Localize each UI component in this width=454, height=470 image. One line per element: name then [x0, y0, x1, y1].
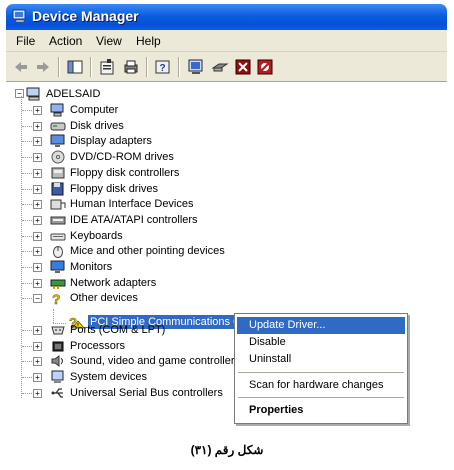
keyboards-label: Keyboards: [70, 230, 123, 242]
sound-video-game-controllers-label: Sound, video and game controllers: [70, 355, 240, 367]
computer-icon: [50, 103, 64, 117]
monitors-icon: [50, 260, 65, 273]
processors-expand-toggle[interactable]: +: [33, 342, 42, 351]
forward-arrow-icon[interactable]: [34, 58, 52, 76]
ctx-update-driver[interactable]: Update Driver...: [237, 317, 405, 334]
network-adapters-expand-toggle[interactable]: +: [33, 279, 42, 288]
menu-view[interactable]: View: [96, 34, 122, 48]
title-bar: Device Manager: [6, 4, 447, 30]
disk-drives-expand-toggle[interactable]: +: [33, 122, 42, 131]
menu-bar: File Action View Help: [6, 30, 447, 52]
ide-ata-atapi-controllers-label: IDE ATA/ATAPI controllers: [70, 214, 198, 226]
processors-label: Processors: [70, 340, 126, 352]
display-adapters-label: Display adapters: [70, 135, 152, 147]
network-adapters-label: Network adapters: [70, 277, 157, 289]
keyboards-expand-toggle[interactable]: +: [33, 232, 42, 241]
other-devices-label: Other devices: [70, 292, 138, 304]
network-adapters-icon: [50, 279, 66, 289]
display-adapters-expand-toggle[interactable]: +: [33, 137, 42, 146]
print-icon[interactable]: [122, 58, 140, 76]
menu-file[interactable]: File: [16, 34, 35, 48]
usb-controllers-icon: [51, 388, 63, 398]
display-adapters-icon: [50, 134, 65, 147]
ctx-scan-hardware[interactable]: Scan for hardware changes: [237, 377, 405, 394]
context-menu: Update Driver... Disable Uninstall Scan …: [234, 313, 408, 424]
disk-drives-label: Disk drives: [70, 120, 124, 132]
properties-icon[interactable]: [98, 58, 116, 76]
monitors-expand-toggle[interactable]: +: [33, 263, 42, 272]
computer-label: Computer: [70, 104, 119, 116]
system-devices-expand-toggle[interactable]: +: [33, 373, 42, 382]
ctx-disable[interactable]: Disable: [237, 334, 405, 351]
monitors-label: Monitors: [70, 261, 113, 273]
floppy-disk-drives-expand-toggle[interactable]: +: [33, 185, 42, 194]
ports-com-lpt-icon: [51, 326, 65, 335]
human-interface-devices-label: Human Interface Devices: [70, 198, 194, 210]
floppy-disk-controllers-icon: [51, 167, 65, 179]
dvd-cdrom-drives-label: DVD/CD-ROM drives: [70, 151, 174, 163]
menu-help[interactable]: Help: [136, 34, 161, 48]
dvd-cdrom-drives-icon: [51, 150, 65, 164]
sound-video-game-controllers-icon: [51, 355, 63, 367]
ide-ata-atapi-controllers-icon: [50, 216, 66, 225]
mice-pointing-devices-expand-toggle[interactable]: +: [33, 247, 42, 256]
disk-drives-icon: [50, 122, 66, 131]
keyboards-icon: [50, 233, 66, 241]
system-devices-icon: [51, 370, 64, 383]
ports-com-lpt-label: Ports (COM & LPT): [70, 324, 166, 336]
uninstall-icon[interactable]: [234, 58, 252, 76]
computer-icon: [26, 87, 40, 101]
device-manager-window: Device Manager File Action View Help ? −…: [6, 4, 447, 434]
computer-expand-toggle[interactable]: +: [33, 106, 42, 115]
human-interface-devices-expand-toggle[interactable]: +: [33, 200, 42, 209]
ctx-properties[interactable]: Properties: [237, 402, 405, 419]
mice-pointing-devices-label: Mice and other pointing devices: [70, 245, 225, 257]
system-devices-label: System devices: [70, 371, 148, 383]
processors-icon: [52, 341, 64, 352]
svg-text:?: ?: [52, 291, 61, 305]
human-interface-devices-icon: [50, 199, 66, 210]
collapse-root-toggle[interactable]: −: [15, 89, 24, 98]
floppy-disk-controllers-expand-toggle[interactable]: +: [33, 169, 42, 178]
floppy-disk-drives-label: Floppy disk drives: [70, 183, 159, 195]
disable-device-icon[interactable]: [256, 58, 274, 76]
ports-com-lpt-expand-toggle[interactable]: +: [33, 326, 42, 335]
usb-controllers-expand-toggle[interactable]: +: [33, 389, 42, 398]
window-title: Device Manager: [32, 8, 139, 24]
figure-caption: شكل رقم (٣١): [190, 443, 264, 457]
dvd-cdrom-drives-expand-toggle[interactable]: +: [33, 153, 42, 162]
root-label: ADELSAID: [46, 88, 101, 100]
svg-text:?: ?: [159, 63, 165, 74]
show-hide-console-tree-icon[interactable]: [66, 58, 84, 76]
scan-hardware-icon[interactable]: [187, 58, 205, 76]
help-icon[interactable]: ?: [154, 58, 172, 76]
toolbar: ?: [6, 52, 447, 82]
ctx-uninstall[interactable]: Uninstall: [237, 351, 405, 368]
device-manager-icon: [12, 9, 26, 23]
mice-pointing-devices-icon: [53, 246, 63, 258]
other-devices-icon: ?: [52, 291, 61, 305]
floppy-disk-drives-icon: [51, 182, 64, 196]
update-driver-icon[interactable]: [211, 58, 229, 76]
other-devices-expand-toggle[interactable]: −: [33, 294, 42, 303]
ide-ata-atapi-controllers-expand-toggle[interactable]: +: [33, 216, 42, 225]
back-arrow-icon[interactable]: [12, 58, 30, 76]
sound-video-game-controllers-expand-toggle[interactable]: +: [33, 357, 42, 366]
floppy-disk-controllers-label: Floppy disk controllers: [70, 167, 180, 179]
menu-action[interactable]: Action: [49, 34, 82, 48]
usb-controllers-label: Universal Serial Bus controllers: [70, 387, 223, 399]
